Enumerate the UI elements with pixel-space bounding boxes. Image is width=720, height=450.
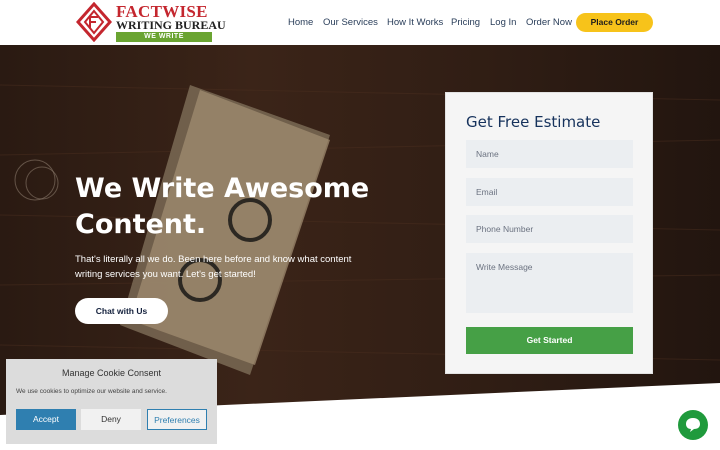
brand-subname: WRITING BUREAU (116, 18, 226, 32)
chat-widget-button[interactable] (678, 410, 708, 440)
nav-how-it-works[interactable]: How It Works (387, 17, 443, 28)
phone-field[interactable]: Phone Number (466, 215, 633, 243)
cookie-title: Manage Cookie Consent (61, 368, 162, 378)
cookie-preferences-button[interactable]: Preferences (147, 409, 207, 430)
site-header: FACTWISE WRITING BUREAU WE WRITE Home Ou… (0, 0, 720, 45)
hero-subtitle: That's literally all we do. Been here be… (75, 254, 352, 280)
nav-home[interactable]: Home (288, 17, 313, 28)
brand-logo[interactable]: FACTWISE WRITING BUREAU WE WRITE (76, 2, 226, 42)
name-field[interactable]: Name (466, 140, 633, 168)
nav-pricing[interactable]: Pricing (451, 17, 480, 28)
nav-log-in[interactable]: Log In (490, 17, 516, 28)
place-order-button[interactable]: Place Order (576, 13, 653, 32)
nav-our-services[interactable]: Our Services (323, 17, 378, 28)
cookie-deny-button[interactable]: Deny (81, 409, 141, 430)
cookie-accept-button[interactable]: Accept (16, 409, 76, 430)
nav-order-now[interactable]: Order Now (526, 17, 572, 28)
get-started-button[interactable]: Get Started (466, 327, 633, 354)
message-field[interactable]: Write Message (466, 253, 633, 313)
estimate-form: Get Free Estimate Name Email Phone Numbe… (445, 92, 653, 374)
fw-logo-icon (76, 2, 112, 42)
email-field[interactable]: Email (466, 178, 633, 206)
hero-title: We Write Awesome Content. (75, 173, 370, 240)
estimate-form-title: Get Free Estimate (466, 113, 601, 131)
cookie-text: We use cookies to optimize our website a… (16, 388, 167, 395)
brand-tagline: WE WRITE (116, 32, 212, 42)
chat-bubble-icon (686, 418, 700, 432)
chat-with-us-button[interactable]: Chat with Us (75, 298, 168, 324)
cookie-consent-banner: Manage Cookie Consent We use cookies to … (6, 359, 217, 444)
